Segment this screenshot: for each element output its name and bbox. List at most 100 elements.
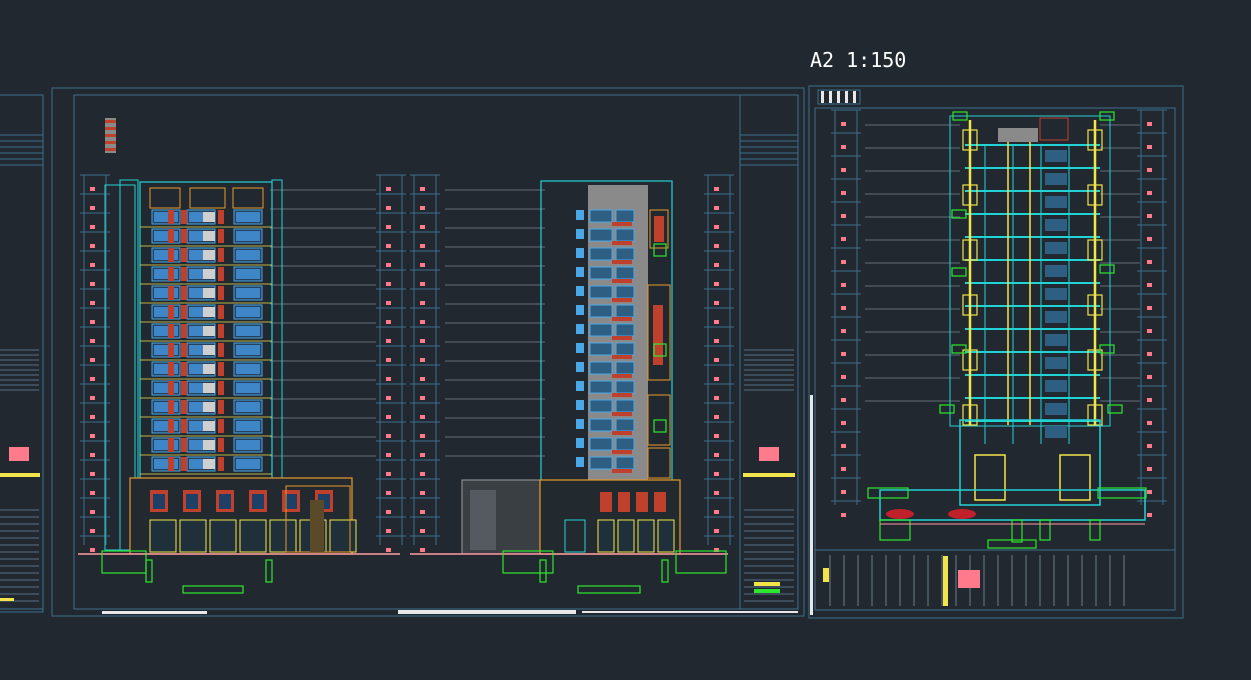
level-marker	[386, 206, 391, 210]
company-logo-icon	[958, 570, 980, 588]
brick-pier	[218, 457, 224, 471]
foundation-pile	[661, 559, 669, 583]
section-room-fill	[1045, 380, 1067, 392]
window-unit	[615, 437, 635, 451]
shopfront-glass	[219, 494, 231, 509]
section-core	[1059, 454, 1091, 501]
level-marker	[841, 122, 846, 126]
window-glass	[154, 326, 178, 336]
legend-stripe	[105, 127, 116, 130]
shopfront-window	[618, 492, 630, 512]
level-marker	[714, 377, 719, 381]
brick-pier	[181, 248, 187, 262]
window-unit	[615, 418, 635, 432]
window-glass	[154, 250, 178, 260]
brick-pier	[218, 324, 224, 338]
brick-pier	[181, 343, 187, 357]
window-glass	[154, 269, 178, 279]
section-sheet-edge-mark	[810, 395, 813, 615]
shop-door	[179, 519, 207, 553]
level-marker	[1147, 352, 1152, 356]
window-glass	[236, 326, 260, 336]
stair-window	[203, 288, 215, 298]
window-glass	[236, 402, 260, 412]
window-unit	[589, 342, 613, 356]
shopfront-window	[636, 492, 648, 512]
balcony-rail	[612, 412, 632, 416]
pile-cap	[1039, 519, 1051, 541]
side-window	[576, 343, 584, 353]
level-marker	[386, 510, 391, 514]
level-marker	[90, 320, 95, 324]
stair-window	[203, 383, 215, 393]
level-marker	[386, 396, 391, 400]
level-marker	[420, 206, 425, 210]
brick-pier	[181, 324, 187, 338]
stair-window	[203, 269, 215, 279]
window-glass	[154, 212, 178, 222]
window-unit	[589, 418, 613, 432]
legend-stripe	[105, 148, 116, 151]
shop-door	[657, 519, 675, 553]
shopfront-glass	[186, 494, 198, 509]
level-marker	[90, 301, 95, 305]
project-name-bar	[0, 473, 40, 477]
shop-door	[637, 519, 655, 553]
cad-drawing-canvas[interactable]	[0, 0, 1251, 680]
stair-window	[203, 231, 215, 241]
level-marker	[386, 263, 391, 267]
title-block-highlight	[754, 589, 780, 593]
balcony-rail	[612, 336, 632, 340]
level-tag	[951, 267, 967, 277]
brick-pier	[168, 210, 174, 224]
window-glass	[236, 307, 260, 317]
left-building-right-rail	[376, 174, 406, 552]
balcony-rail	[612, 317, 632, 321]
section-right-rail	[1137, 109, 1167, 517]
level-marker	[90, 396, 95, 400]
level-marker	[386, 472, 391, 476]
stair-window	[203, 307, 215, 317]
title-block-highlight	[754, 582, 780, 586]
middle-building-right-rail	[704, 174, 734, 552]
level-marker	[714, 225, 719, 229]
brick-pier	[218, 438, 224, 452]
level-marker	[90, 548, 95, 552]
window-unit	[615, 399, 635, 413]
level-marker	[714, 282, 719, 286]
title-bar-project-name	[943, 556, 948, 606]
window-glass	[154, 364, 178, 374]
window-glass	[236, 383, 260, 393]
foundation-pile	[539, 559, 547, 583]
foundation-pile	[145, 559, 153, 583]
level-marker	[420, 529, 425, 533]
window-unit	[589, 437, 613, 451]
shop-door	[209, 519, 237, 553]
level-marker	[1147, 490, 1152, 494]
shopfront-glass	[285, 494, 297, 509]
section-room-fill	[1045, 173, 1067, 185]
shop-door	[329, 519, 357, 553]
level-marker	[90, 244, 95, 248]
balcony-rail	[612, 260, 632, 264]
window-glass	[154, 345, 178, 355]
foundation-label-box	[577, 585, 641, 594]
middle-building-elevation	[410, 180, 728, 594]
side-window	[576, 438, 584, 448]
window-glass	[154, 421, 178, 431]
section-room-fill	[1045, 219, 1067, 231]
brick-pier	[218, 248, 224, 262]
level-marker	[386, 453, 391, 457]
stair-window	[203, 212, 215, 222]
level-marker	[841, 513, 846, 517]
window-glass	[154, 402, 178, 412]
window-glass	[154, 288, 178, 298]
level-marker	[1147, 122, 1152, 126]
side-window	[576, 457, 584, 467]
window-unit	[615, 456, 635, 470]
brick-pier	[168, 305, 174, 319]
window-unit	[589, 228, 613, 242]
window-glass	[236, 212, 260, 222]
brick-pier	[168, 362, 174, 376]
level-marker	[420, 282, 425, 286]
